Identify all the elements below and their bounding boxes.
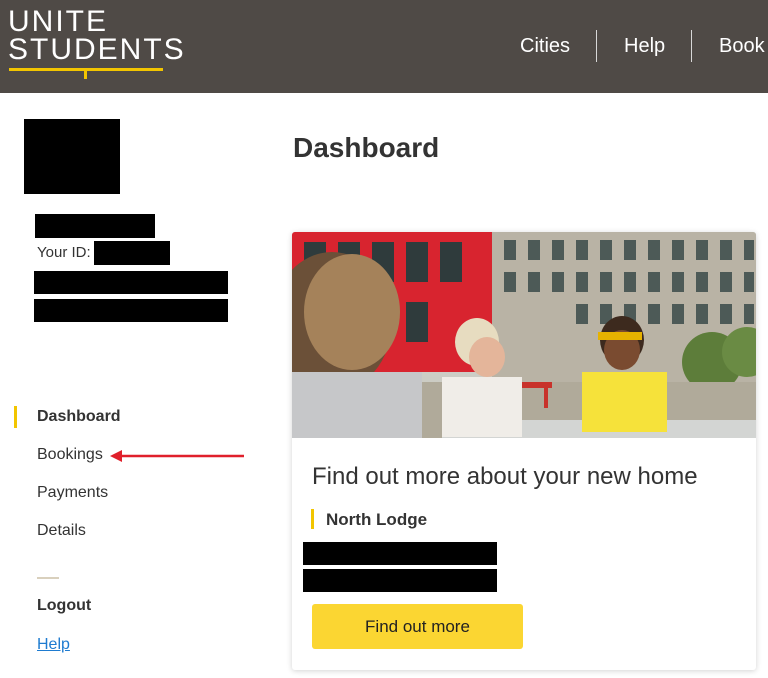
nav-book-label: Book xyxy=(719,34,765,57)
active-item-marker xyxy=(14,406,17,428)
user-detail-redacted xyxy=(34,271,228,294)
card-title: Find out more about your new home xyxy=(312,463,698,490)
sidebar-item-details[interactable]: Details xyxy=(37,522,86,540)
your-id-label: Your ID: xyxy=(37,244,91,261)
property-marker xyxy=(311,509,314,529)
logout-link[interactable]: Logout xyxy=(37,597,91,615)
sidebar-divider xyxy=(37,577,59,579)
home-info-card: Find out more about your new home North … xyxy=(292,232,756,670)
nav-separator xyxy=(691,30,692,62)
nav-cities[interactable]: Cities xyxy=(520,30,570,62)
logo-line-2: STUDENTS xyxy=(8,33,186,66)
user-name-redacted xyxy=(35,214,155,238)
help-link[interactable]: Help xyxy=(37,636,70,654)
logo-notch xyxy=(84,70,87,79)
nav-help-label: Help xyxy=(624,34,666,57)
nav-cities-label: Cities xyxy=(520,34,571,57)
address-redacted xyxy=(303,569,497,592)
sidebar-item-bookings[interactable]: Bookings xyxy=(37,446,103,464)
logo-line-1: UNITE xyxy=(8,5,108,38)
profile-photo-redacted xyxy=(24,119,120,194)
unite-students-logo[interactable]: UNITE STUDENTS xyxy=(8,5,186,79)
address-redacted xyxy=(303,542,497,565)
nav-separator xyxy=(596,30,597,62)
sidebar-item-dashboard[interactable]: Dashboard xyxy=(37,408,121,426)
annotation-arrow xyxy=(110,450,244,462)
nav-book[interactable]: Book xyxy=(719,30,765,62)
user-id-redacted xyxy=(94,241,170,265)
nav-help[interactable]: Help xyxy=(624,30,665,62)
find-out-more-button[interactable]: Find out more xyxy=(312,604,523,649)
sidebar-item-payments[interactable]: Payments xyxy=(37,484,108,502)
user-detail-redacted xyxy=(34,299,228,322)
students-photo xyxy=(292,232,756,438)
property-name: North Lodge xyxy=(326,510,428,529)
site-header: UNITE STUDENTS Cities Help Book xyxy=(0,0,768,93)
page-title: Dashboard xyxy=(293,132,440,163)
